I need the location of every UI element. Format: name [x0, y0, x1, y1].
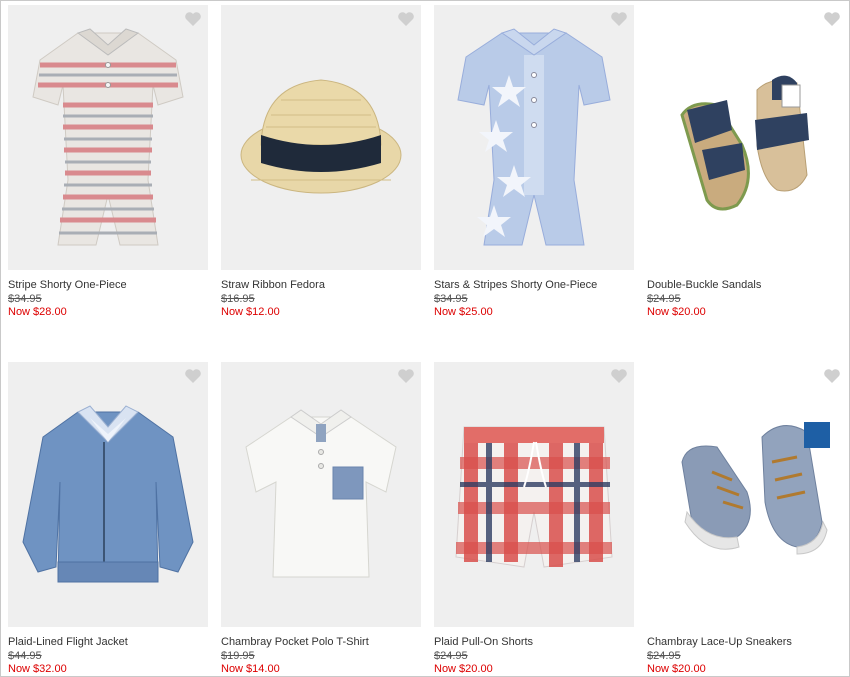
heart-icon[interactable] — [823, 11, 841, 27]
heart-icon[interactable] — [184, 11, 202, 27]
product-image-stars-stripes-shorty[interactable] — [434, 5, 634, 270]
product-name[interactable]: Chambray Pocket Polo T-Shirt — [221, 636, 369, 648]
product-original-price: $24.95 — [647, 293, 681, 305]
jacket-illustration — [22, 405, 194, 583]
product-name[interactable]: Straw Ribbon Fedora — [221, 279, 325, 291]
polo-illustration — [245, 409, 397, 578]
heart-icon[interactable] — [397, 368, 415, 384]
sandals-illustration — [680, 75, 809, 211]
product-name[interactable]: Stripe Shorty One-Piece — [8, 279, 127, 291]
product-image-stripe-shorty[interactable] — [8, 5, 208, 270]
product-sale-price: Now $14.00 — [221, 663, 280, 675]
product-original-price: $16.95 — [221, 293, 255, 305]
product-sale-price: Now $20.00 — [647, 306, 706, 318]
product-image-flight-jacket[interactable] — [8, 362, 208, 627]
product-sale-price: Now $25.00 — [434, 306, 493, 318]
product-grid-frame: Stripe Shorty One-Piece $34.95 Now $28.0… — [0, 0, 850, 677]
stripe-romper-illustration — [32, 28, 184, 246]
product-name[interactable]: Chambray Lace-Up Sneakers — [647, 636, 792, 648]
heart-icon[interactable] — [184, 368, 202, 384]
product-image-double-buckle-sandals[interactable] — [647, 5, 847, 270]
product-sale-price: Now $12.00 — [221, 306, 280, 318]
stars-romper-illustration — [457, 28, 611, 246]
product-original-price: $19.95 — [221, 650, 255, 662]
product-sale-price: Now $20.00 — [434, 663, 493, 675]
product-original-price: $24.95 — [647, 650, 681, 662]
product-image-plaid-shorts[interactable] — [434, 362, 634, 627]
product-image-straw-fedora[interactable] — [221, 5, 421, 270]
product-name[interactable]: Plaid Pull-On Shorts — [434, 636, 533, 648]
heart-icon[interactable] — [397, 11, 415, 27]
product-original-price: $24.95 — [434, 650, 468, 662]
heart-icon[interactable] — [610, 11, 628, 27]
product-name[interactable]: Plaid-Lined Flight Jacket — [8, 636, 128, 648]
product-original-price: $34.95 — [434, 293, 468, 305]
product-name[interactable]: Stars & Stripes Shorty One-Piece — [434, 279, 597, 291]
sneakers-illustration — [681, 422, 830, 555]
heart-icon[interactable] — [823, 368, 841, 384]
product-original-price: $34.95 — [8, 293, 42, 305]
product-image-lace-up-sneakers[interactable] — [647, 362, 847, 627]
product-name[interactable]: Double-Buckle Sandals — [647, 279, 761, 291]
product-sale-price: Now $20.00 — [647, 663, 706, 675]
product-sale-price: Now $32.00 — [8, 663, 67, 675]
product-sale-price: Now $28.00 — [8, 306, 67, 318]
product-image-pocket-polo[interactable] — [221, 362, 421, 627]
product-original-price: $44.95 — [8, 650, 42, 662]
plaid-shorts-illustration — [455, 426, 613, 568]
heart-icon[interactable] — [610, 368, 628, 384]
fedora-illustration — [240, 79, 402, 194]
